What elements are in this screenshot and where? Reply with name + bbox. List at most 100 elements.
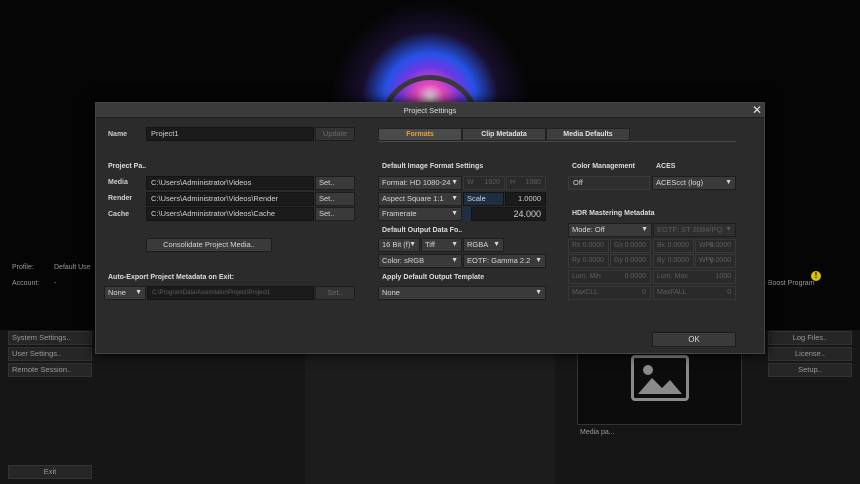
maxcll-field[interactable]: MaxCLL 0: [568, 286, 651, 300]
bx-field[interactable]: Bx 0.0000: [653, 239, 694, 253]
gx-label: Gx: [614, 242, 623, 249]
width-value: 1920: [484, 179, 500, 186]
media-path-field[interactable]: C:\Users\Administrator\Videos: [146, 176, 314, 190]
ry-field[interactable]: Ry 0.0000: [568, 254, 609, 268]
boost-program-text: e Boost Program: [762, 280, 815, 287]
cache-set-button[interactable]: Set..: [315, 207, 355, 221]
template-header: Apply Default Output Template: [382, 274, 485, 281]
ry-label: Ry: [572, 257, 581, 264]
color-management-field[interactable]: Off: [568, 176, 650, 190]
channels-select[interactable]: RGBA ▼: [463, 238, 504, 252]
tab-media-defaults[interactable]: Media Defaults: [546, 128, 630, 141]
remote-session-button[interactable]: Remote Session..: [8, 363, 92, 377]
output-eotf-select[interactable]: EOTF: Gamma 2.2 ▼: [463, 254, 546, 268]
cache-path-field[interactable]: C:\Users\Administrator\Videos\Cache: [146, 207, 314, 221]
bx-value: 0.0000: [667, 242, 689, 249]
color-space-select[interactable]: Color: sRGB ▼: [378, 254, 462, 268]
render-set-button[interactable]: Set..: [315, 192, 355, 206]
close-icon[interactable]: ✕: [750, 103, 764, 118]
aces-value: ACEScct (log): [656, 178, 704, 187]
aspect-value: Aspect Square 1:1: [382, 194, 444, 203]
render-path-field[interactable]: C:\Users\Administrator\Videos\Render: [146, 192, 314, 206]
maxfall-field[interactable]: MaxFALL 0: [653, 286, 736, 300]
chevron-down-icon: ▼: [535, 257, 542, 264]
height-value: 1080: [525, 179, 541, 186]
render-label: Render: [108, 195, 133, 202]
color-space-value: Color: sRGB: [382, 256, 425, 265]
chevron-down-icon: ▼: [451, 179, 458, 186]
template-select[interactable]: None ▼: [378, 286, 546, 300]
account-value: -: [54, 280, 57, 287]
file-type-select[interactable]: Tiff ▼: [421, 238, 462, 252]
hdr-mode-select[interactable]: Mode: Off ▼: [568, 223, 652, 237]
framerate-select[interactable]: Framerate ▼: [378, 207, 462, 221]
consolidate-media-button[interactable]: Consolidate Project Media..: [146, 238, 272, 252]
ok-button[interactable]: OK: [652, 332, 736, 347]
setup-button[interactable]: Setup..: [768, 363, 852, 377]
aces-select[interactable]: ACEScct (log) ▼: [652, 176, 736, 190]
by-label: By: [657, 257, 666, 264]
update-button[interactable]: Update: [315, 127, 355, 141]
bit-depth-select[interactable]: 16 Bit (f) ▼: [378, 238, 420, 252]
channels-value: RGBA: [467, 240, 489, 249]
width-field[interactable]: W 1920: [463, 176, 505, 190]
wpy-field[interactable]: WPy 0.0000: [695, 254, 736, 268]
chevron-down-icon: ▼: [641, 226, 648, 233]
tab-clip-metadata[interactable]: Clip Metadata: [462, 128, 546, 141]
license-button[interactable]: License..: [768, 347, 852, 361]
image-format-header: Default Image Format Settings: [382, 163, 484, 170]
auto-export-path-field[interactable]: C:\ProgramData\Assimilator\Project\Proje…: [147, 286, 314, 300]
file-type-value: Tiff: [425, 240, 436, 249]
name-label: Name: [108, 131, 128, 138]
scale-field[interactable]: 1.0000: [505, 192, 546, 206]
hdr-metadata-header: HDR Mastering Metadata: [572, 210, 655, 217]
wpx-value: 0.0000: [709, 242, 731, 249]
chevron-down-icon: ▼: [451, 257, 458, 264]
format-value: Format: HD 1080-24: [382, 178, 451, 187]
gy-field[interactable]: Gy 0.0000: [610, 254, 651, 268]
aspect-select[interactable]: Aspect Square 1:1 ▼: [378, 192, 462, 206]
dialog-title: Project Settings: [403, 106, 457, 115]
system-settings-button[interactable]: System Settings..: [8, 331, 92, 345]
wpx-field[interactable]: WPx 0.0000: [695, 239, 736, 253]
auto-export-header: Auto-Export Project Metadata on Exit:: [108, 274, 235, 281]
gx-value: 0.0000: [624, 242, 646, 249]
account-label: Account:: [12, 280, 40, 287]
by-field[interactable]: By 0.0000: [653, 254, 694, 268]
chevron-down-icon: ▼: [135, 289, 142, 296]
framerate-slider-fill: [463, 207, 471, 221]
aces-header: ACES: [656, 163, 676, 170]
auto-export-set-button[interactable]: Set..: [315, 286, 355, 300]
media-caption: Media pa...: [580, 429, 615, 436]
gx-field[interactable]: Gx 0.0000: [610, 239, 651, 253]
chevron-down-icon: ▼: [535, 289, 542, 296]
chevron-down-icon: ▼: [409, 241, 416, 248]
exit-button[interactable]: Exit: [8, 465, 92, 479]
tab-formats[interactable]: Formats: [378, 128, 462, 141]
height-field[interactable]: H 1080: [506, 176, 546, 190]
framerate-field[interactable]: 24.000: [471, 207, 546, 221]
media-set-button[interactable]: Set..: [315, 176, 355, 190]
auto-export-mode-value: None: [108, 288, 126, 297]
height-label: H: [510, 179, 516, 186]
project-name-field[interactable]: Project1: [146, 127, 314, 141]
rx-field[interactable]: Rx 0.0000: [568, 239, 609, 253]
maxcll-label: MaxCLL: [572, 289, 599, 296]
lum-min-field[interactable]: Lum. Min 0.0000: [568, 270, 651, 284]
media-label: Media: [108, 179, 128, 186]
wpy-value: 0.0000: [709, 257, 731, 264]
chevron-down-icon: ▼: [493, 241, 500, 248]
format-select[interactable]: Format: HD 1080-24 ▼: [378, 176, 462, 190]
user-settings-button[interactable]: User Settings..: [8, 347, 92, 361]
dialog-titlebar: Project Settings ✕: [96, 103, 764, 118]
auto-export-mode-select[interactable]: None ▼: [104, 286, 146, 300]
tab-underline: [378, 141, 736, 142]
ry-value: 0.0000: [582, 257, 604, 264]
rx-value: 0.0000: [582, 242, 604, 249]
bit-depth-value: 16 Bit (f): [382, 240, 411, 249]
log-files-button[interactable]: Log Files..: [768, 331, 852, 345]
project-settings-dialog: Project Settings ✕ Name Project1 Update …: [95, 102, 765, 354]
cache-label: Cache: [108, 211, 130, 218]
lum-max-field[interactable]: Lum. Max 1000: [653, 270, 736, 284]
hdr-eotf-select[interactable]: EOTF: ST 2084/PQ ▼: [653, 223, 736, 237]
